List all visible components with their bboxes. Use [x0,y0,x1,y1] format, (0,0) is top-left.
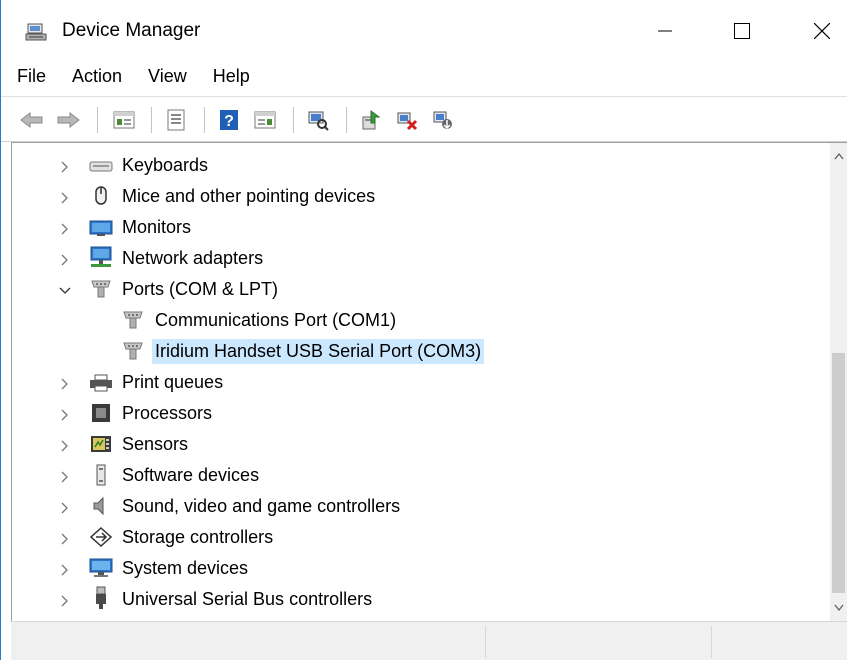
speaker-icon [89,495,113,517]
chevron-right-icon[interactable] [57,407,73,423]
processor-icon [89,402,113,424]
close-icon [814,23,830,39]
chevron-up-icon [833,153,844,160]
chevron-right-icon[interactable] [57,221,73,237]
toolbar-separator [293,107,294,133]
chevron-right-icon[interactable] [57,438,73,454]
back-button[interactable] [19,107,45,133]
add-legacy-hardware-icon [433,111,452,130]
tree-item-label: Sound, video and game controllers [122,496,401,516]
view-button[interactable] [252,107,278,133]
forward-icon [57,111,80,129]
toolbar-separator [346,107,347,133]
close-button[interactable] [799,12,845,50]
port-icon [89,278,113,300]
chevron-right-icon[interactable] [57,159,73,175]
svg-text:?: ? [224,113,234,130]
tree-item-label: Print queues [122,372,224,392]
chevron-right-icon[interactable] [57,562,73,578]
tree-item-label: Mice and other pointing devices [122,186,376,206]
chevron-right-icon[interactable] [57,531,73,547]
chevron-right-icon[interactable] [57,190,73,206]
update-driver-button[interactable] [358,107,384,133]
status-pane-divider [485,626,486,658]
scroll-down-button[interactable] [830,599,847,616]
scan-hardware-icon [308,111,329,131]
menu-help[interactable]: Help [200,62,263,92]
monitor-icon [89,217,113,239]
tree-item-label: Universal Serial Bus controllers [122,589,373,609]
storage-controller-icon [89,526,113,548]
tree-item-label: Keyboards [122,155,209,175]
uninstall-device-button[interactable] [394,107,420,133]
uninstall-device-icon [397,112,418,131]
tree-item-label: Communications Port (COM1) [155,310,397,330]
chevron-down-icon[interactable] [57,283,73,299]
keyboard-icon [89,155,113,177]
toolbar: ? [1,96,847,142]
scrollbar-thumb[interactable] [832,353,845,593]
port-icon [121,340,145,362]
device-manager-window: Device Manager File Action View Help ? K… [0,0,847,660]
help-button[interactable]: ? [216,107,242,133]
network-adapter-icon [89,246,113,268]
vertical-scrollbar[interactable] [830,143,847,621]
status-pane-divider [711,626,712,658]
tree-item-label: Ports (COM & LPT) [122,279,279,299]
menu-view[interactable]: View [135,62,200,92]
tree-item-label: Processors [122,403,213,423]
tree-item-label: Sensors [122,434,189,454]
properties-icon [167,109,185,131]
device-tree[interactable]: Keyboards Mice and other pointing device… [11,142,847,621]
properties-pane-button[interactable] [111,107,137,133]
maximize-icon [734,23,750,39]
chevron-right-icon[interactable] [57,469,73,485]
tree-item-label: Storage controllers [122,527,274,547]
mouse-icon [89,185,113,207]
tree-item-label: Monitors [122,217,192,237]
title-bar[interactable]: Device Manager [1,0,847,62]
tree-item-label: Network adapters [122,248,264,268]
tree-item-label: Iridium Handset USB Serial Port (COM3) [152,339,485,364]
toolbar-separator [97,107,98,133]
chevron-right-icon[interactable] [57,376,73,392]
toolbar-separator [204,107,205,133]
system-device-icon [89,557,113,579]
menu-action[interactable]: Action [59,62,135,92]
view-icon [254,111,276,129]
help-icon: ? [220,110,238,130]
scan-hardware-button[interactable] [305,107,331,133]
sensor-icon [89,433,113,455]
chevron-right-icon[interactable] [57,252,73,268]
properties-pane-icon [113,111,135,129]
tree-item-label: Software devices [122,465,260,485]
minimize-icon [658,30,672,32]
chevron-right-icon[interactable] [57,500,73,516]
chevron-down-icon [833,604,844,611]
back-icon [20,111,43,129]
tree-item-label: System devices [122,558,249,578]
device-manager-icon [25,22,47,42]
chevron-right-icon[interactable] [57,593,73,609]
usb-icon [89,586,113,609]
scroll-up-button[interactable] [830,148,847,165]
port-icon [121,309,145,331]
toolbar-separator [151,107,152,133]
menu-file[interactable]: File [1,62,59,92]
window-title: Device Manager [62,20,201,41]
forward-button[interactable] [55,107,81,133]
minimize-button[interactable] [642,12,688,50]
add-legacy-hardware-button[interactable] [430,107,456,133]
menu-bar: File Action View Help [1,62,847,92]
maximize-button[interactable] [719,12,765,50]
printer-icon [89,372,113,394]
status-bar [11,621,847,660]
properties-button[interactable] [163,107,189,133]
update-driver-icon [362,110,381,130]
software-device-icon [89,464,113,486]
